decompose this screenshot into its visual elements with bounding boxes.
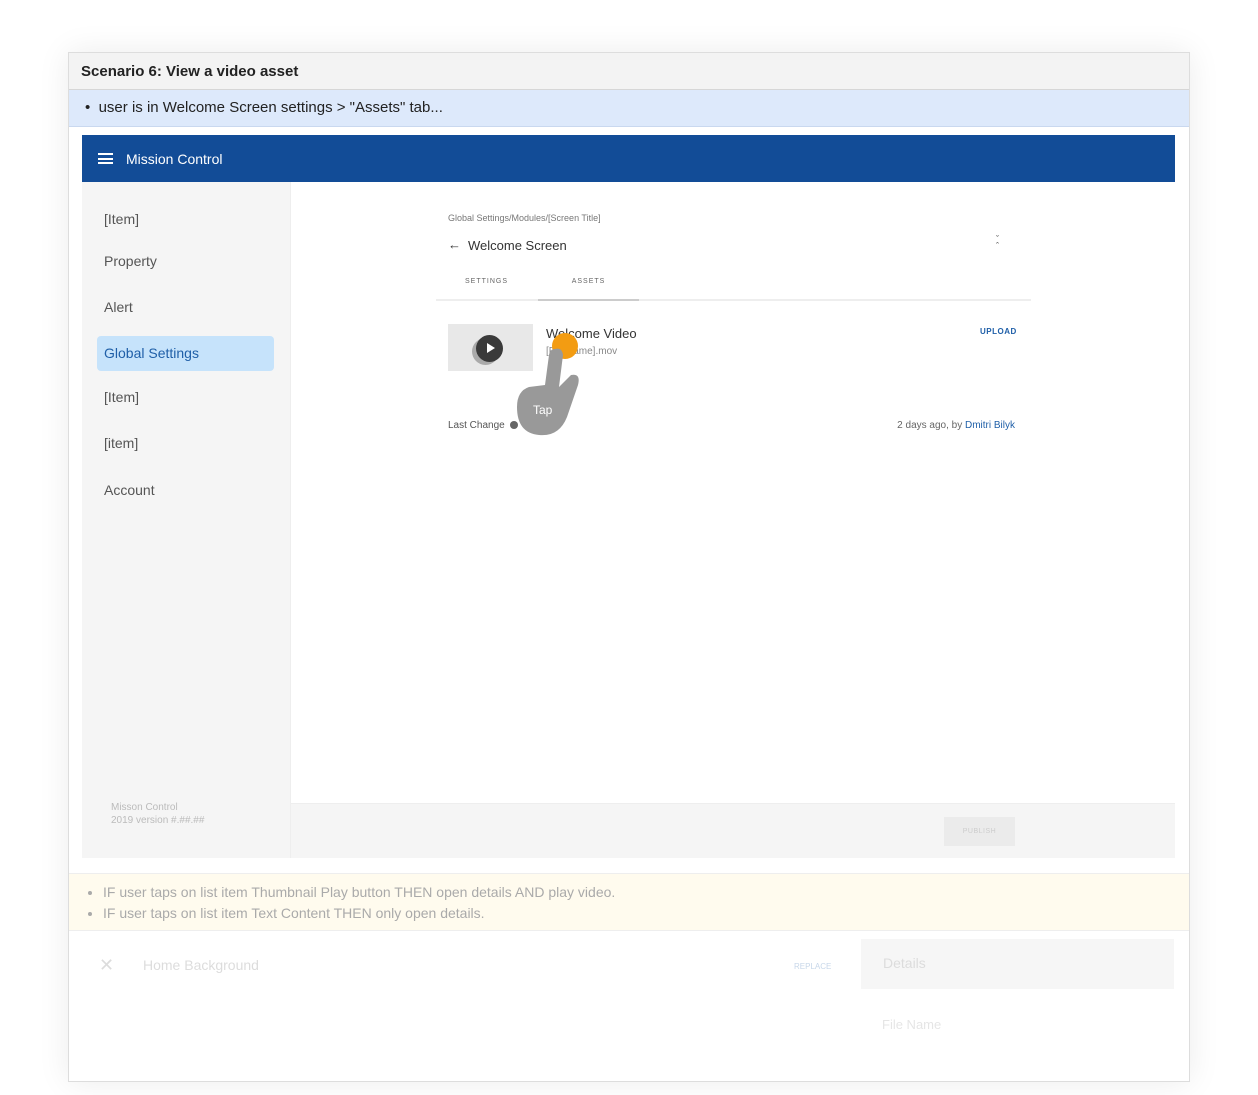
upload-button[interactable]: UPLOAD [980,327,1017,336]
version-app: Misson Control [111,802,178,813]
note-item: IF user taps on list item Thumbnail Play… [103,882,1173,903]
app-name: Mission Control [126,150,223,167]
close-icon: ✕ [99,955,115,975]
version-number: 2019 version #.##.## [111,815,205,826]
rules-note: IF user taps on list item Thumbnail Play… [69,873,1189,931]
main-content: Global Settings/Modules/[Screen Title] ←… [291,182,1175,858]
last-change-value: 2 days ago, by Dmitri Bilyk [897,420,1015,431]
sidebar-item-account[interactable]: Account [97,473,274,508]
back-arrow-icon[interactable]: ← [448,237,461,252]
note-item: IF user taps on list item Text Content T… [103,903,1173,924]
publish-button[interactable]: PUBLISH [944,817,1015,846]
version-info: Misson Control 2019 version #.##.## [111,801,204,827]
precondition: • user is in Welcome Screen settings > "… [69,90,1189,127]
precondition-text: user is in Welcome Screen settings > "As… [98,99,443,116]
app-header: Mission Control [82,135,1175,182]
sidebar-item[interactable]: [Item] [97,380,274,415]
file-name-label: File Name [882,1017,942,1032]
menu-icon[interactable] [98,153,113,164]
play-icon[interactable] [476,335,503,362]
tap-label: Tap [533,403,553,417]
scenario-card: Scenario 6: View a video asset • user is… [68,52,1190,1082]
tabs: SETTINGS ASSETS [436,268,1031,301]
sidebar-item-alert[interactable]: Alert [97,290,274,325]
sidebar-item-global-settings[interactable]: Global Settings [97,336,274,371]
last-change-label: Last Change [448,420,505,431]
tab-settings[interactable]: SETTINGS [436,268,537,301]
tab-assets[interactable]: ASSETS [538,268,639,301]
app-mockup: Mission Control [Item] Property Alert Gl… [82,135,1175,858]
replace-button: REPLACE [794,962,832,971]
breadcrumb[interactable]: Global Settings/Modules/[Screen Title] [448,213,601,223]
next-screen-preview: ✕ Home Background REPLACE Details File N… [69,935,1189,1095]
last-change: Last Change [448,420,518,431]
sidebar: [Item] Property Alert Global Settings [I… [82,182,291,858]
next-title: Home Background [143,957,259,973]
page-title: Welcome Screen [468,238,567,253]
sidebar-item[interactable]: [item] [97,426,274,461]
details-header: Details [861,939,1174,989]
sidebar-item-property[interactable]: Property [97,244,274,279]
last-change-time: 2 days ago, by [897,420,965,431]
hand-pointer-icon: Tap [517,348,579,436]
footer-bar: PUBLISH [291,803,1175,858]
user-link[interactable]: Dmitri Bilyk [965,420,1015,431]
collapse-icon[interactable]: ˇˆ [996,235,999,251]
sidebar-item[interactable]: [Item] [97,202,274,237]
scenario-title: Scenario 6: View a video asset [69,53,1189,90]
